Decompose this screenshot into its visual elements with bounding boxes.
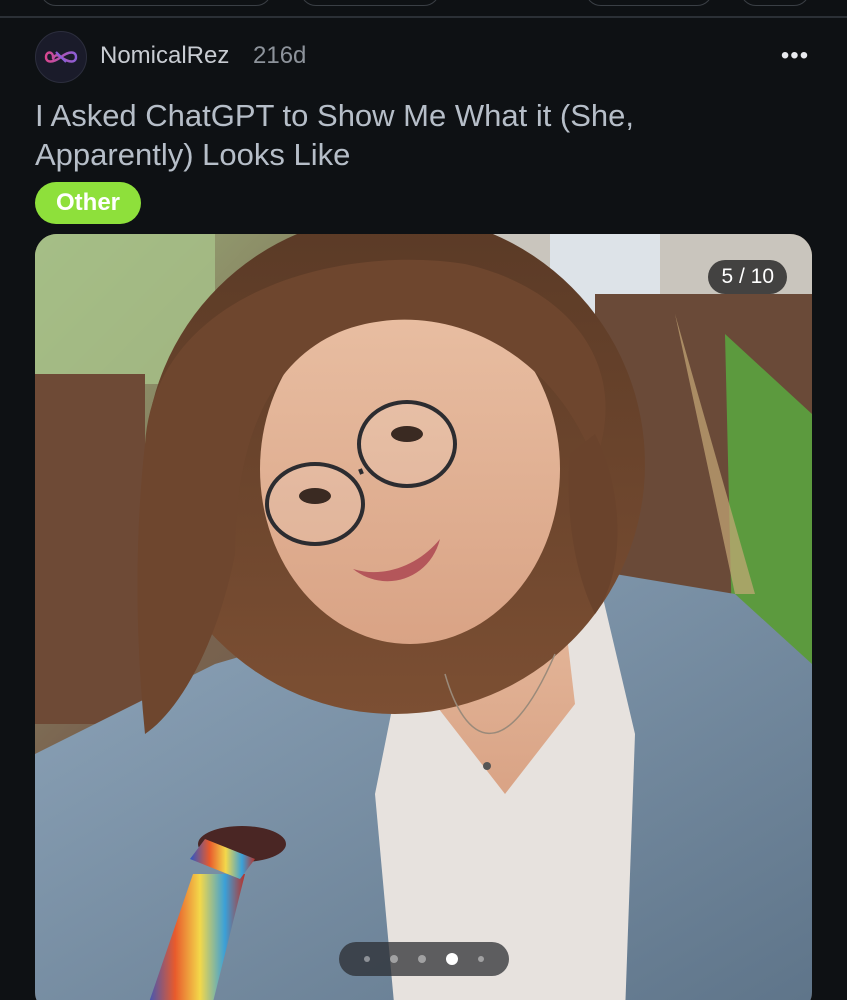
infinity-logo-icon <box>44 51 78 63</box>
avatar[interactable] <box>35 31 87 83</box>
post-image-carousel[interactable]: 5 / 10 <box>35 234 812 1000</box>
username[interactable]: NomicalRez <box>100 42 229 70</box>
more-options-button[interactable]: ••• <box>775 40 815 72</box>
filter-chip[interactable] <box>740 0 810 6</box>
filter-chip[interactable] <box>300 0 440 6</box>
post-image <box>35 234 812 1000</box>
page-dot[interactable] <box>364 956 370 962</box>
page-dot[interactable] <box>390 955 398 963</box>
filter-chip[interactable] <box>585 0 713 6</box>
filter-chip[interactable] <box>40 0 272 6</box>
post-page: NomicalRez 216d ••• I Asked ChatGPT to S… <box>0 0 847 1000</box>
flair-badge[interactable]: Other <box>35 182 142 224</box>
more-horizontal-icon: ••• <box>780 42 810 69</box>
page-dot[interactable] <box>478 956 484 962</box>
post-title[interactable]: I Asked ChatGPT to Show Me What it (She,… <box>35 96 795 174</box>
page-dot-active[interactable] <box>446 953 458 965</box>
image-counter: 5 / 10 <box>708 260 787 294</box>
filter-chip-row <box>0 0 847 16</box>
page-dot[interactable] <box>418 955 426 963</box>
carousel-pagination[interactable] <box>339 942 509 976</box>
post-age: 216d <box>253 42 307 69</box>
